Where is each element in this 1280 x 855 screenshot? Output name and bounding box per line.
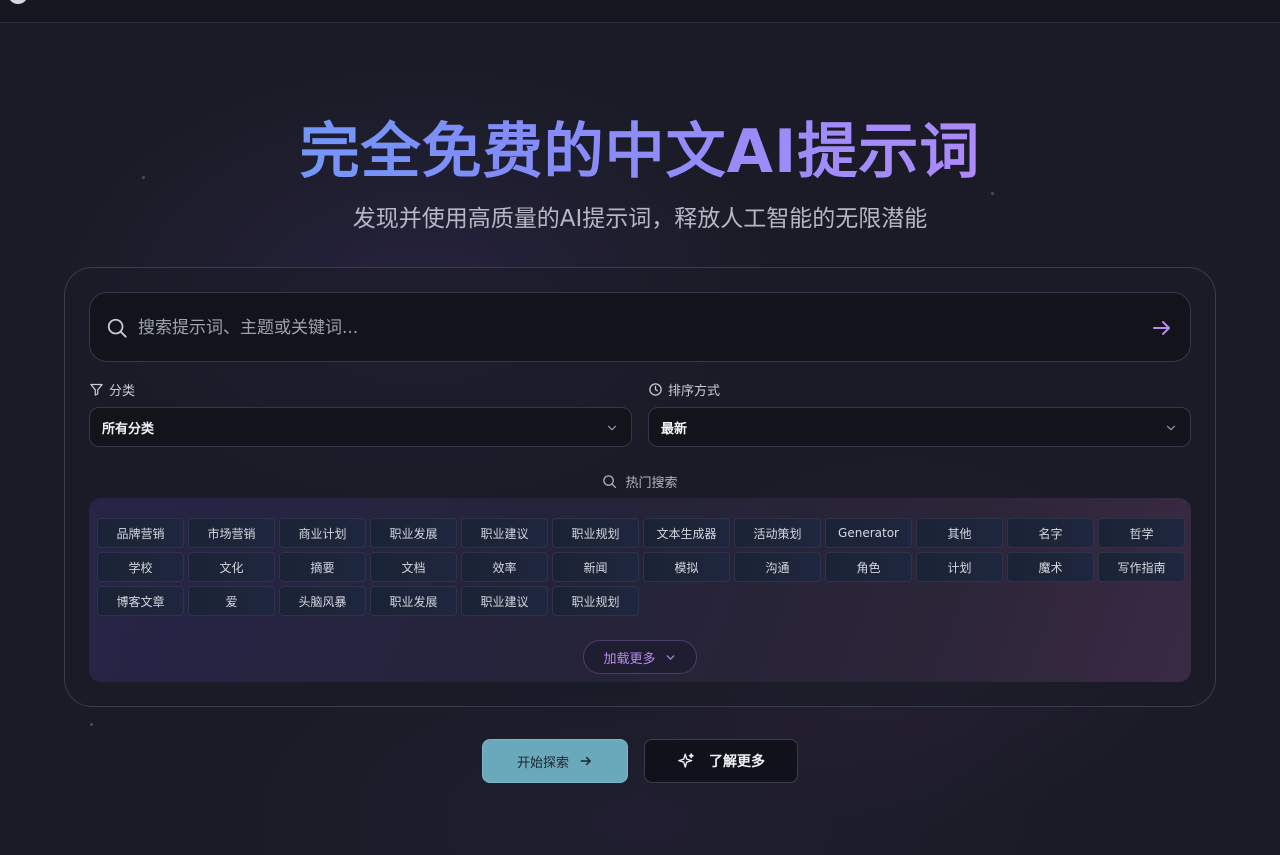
category-filter-label: 分类 bbox=[89, 380, 136, 399]
search-icon bbox=[107, 318, 127, 338]
hot-tag[interactable]: 其他 bbox=[916, 518, 1003, 548]
learn-more-button[interactable]: 了解更多 bbox=[644, 739, 798, 783]
hot-tag[interactable]: 博客文章 bbox=[97, 586, 184, 616]
sort-filter-label: 排序方式 bbox=[648, 380, 721, 399]
category-label-text: 分类 bbox=[109, 383, 136, 399]
hot-tag[interactable]: 文化 bbox=[188, 552, 275, 582]
chevron-down-icon bbox=[666, 654, 674, 660]
decor-dot bbox=[90, 723, 93, 726]
hot-tag[interactable]: 品牌营销 bbox=[97, 518, 184, 548]
hot-tag[interactable]: 角色 bbox=[825, 552, 912, 582]
filter-icon bbox=[90, 383, 103, 396]
start-explore-button[interactable]: 开始探索 bbox=[482, 739, 628, 783]
hot-tag[interactable]: Generator bbox=[825, 518, 912, 548]
arrow-right-icon bbox=[580, 756, 591, 766]
sort-select[interactable]: 最新 bbox=[648, 407, 1191, 447]
sparkle-icon bbox=[678, 753, 694, 768]
hot-tag[interactable]: 爱 bbox=[188, 586, 275, 616]
chevron-down-icon bbox=[607, 425, 617, 431]
hot-tag[interactable]: 头脑风暴 bbox=[279, 586, 366, 616]
hot-search-title-text: 热门搜索 bbox=[625, 475, 678, 491]
search-panel: 分类 所有分类 排序方式 最新 热门搜索 品牌营销市场营销商业计划职业发展职业建… bbox=[64, 267, 1216, 707]
decor-dot bbox=[991, 192, 994, 195]
category-select[interactable]: 所有分类 bbox=[89, 407, 632, 447]
hot-search-title: 热门搜索 bbox=[65, 471, 1215, 491]
hot-tag[interactable]: 写作指南 bbox=[1098, 552, 1185, 582]
logo[interactable] bbox=[8, 0, 28, 4]
hot-tag[interactable]: 摘要 bbox=[279, 552, 366, 582]
start-explore-label: 开始探索 bbox=[516, 755, 569, 771]
clock-icon bbox=[649, 382, 662, 396]
hot-tag[interactable]: 效率 bbox=[461, 552, 548, 582]
hot-tag[interactable]: 新闻 bbox=[552, 552, 639, 582]
hot-tag[interactable]: 职业发展 bbox=[370, 518, 457, 548]
hot-tag[interactable]: 职业发展 bbox=[370, 586, 457, 616]
sort-label-text: 排序方式 bbox=[668, 383, 721, 399]
hot-tag[interactable]: 职业建议 bbox=[461, 518, 548, 548]
hot-tag[interactable]: 计划 bbox=[916, 552, 1003, 582]
hero-subtitle: 发现并使用高质量的AI提示词，释放人工智能的无限潜能 bbox=[352, 206, 928, 232]
hot-tags-area: 品牌营销 市场营销 商业计划 职业发展 职业建议 职业规划 文本生成器 活动策划 Generat… bbox=[89, 498, 1191, 682]
category-select-value: 所有分类 bbox=[102, 421, 155, 437]
learn-more-label: 了解更多 bbox=[709, 754, 765, 770]
hot-tag[interactable]: 市场营销 bbox=[188, 518, 275, 548]
hero-title: 完全免费的中文AI提示词 bbox=[0, 112, 1280, 192]
hot-tags-grid: 品牌营销 市场营销 商业计划 职业发展 职业建议 职业规划 文本生成器 活动策划 Generat… bbox=[97, 518, 1187, 616]
hot-tag[interactable]: 职业规划 bbox=[552, 518, 639, 548]
hot-tag[interactable]: 学校 bbox=[97, 552, 184, 582]
hot-tag[interactable]: 模拟 bbox=[643, 552, 730, 582]
search-box bbox=[89, 292, 1191, 362]
search-input[interactable] bbox=[138, 313, 1118, 343]
hot-tag[interactable]: 职业建议 bbox=[461, 586, 548, 616]
hot-tag[interactable]: 活动策划 bbox=[734, 518, 821, 548]
hot-tag[interactable]: 哲学 bbox=[1098, 518, 1185, 548]
sort-select-value: 最新 bbox=[661, 421, 688, 437]
chevron-down-icon bbox=[1166, 425, 1176, 431]
hot-tag[interactable]: 名字 bbox=[1007, 518, 1094, 548]
hot-tag[interactable]: 魔术 bbox=[1007, 552, 1094, 582]
hot-tag[interactable]: 沟通 bbox=[734, 552, 821, 582]
load-more-label: 加载更多 bbox=[603, 651, 656, 667]
hot-tag[interactable]: 文档 bbox=[370, 552, 457, 582]
hot-tag[interactable]: 商业计划 bbox=[279, 518, 366, 548]
arrow-right-icon[interactable] bbox=[1150, 316, 1174, 340]
search-icon bbox=[603, 474, 617, 488]
top-navbar bbox=[0, 0, 1280, 23]
hot-tag[interactable]: 职业规划 bbox=[552, 586, 639, 616]
hot-tag[interactable]: 文本生成器 bbox=[643, 518, 730, 548]
load-more-button[interactable]: 加载更多 bbox=[583, 640, 697, 674]
